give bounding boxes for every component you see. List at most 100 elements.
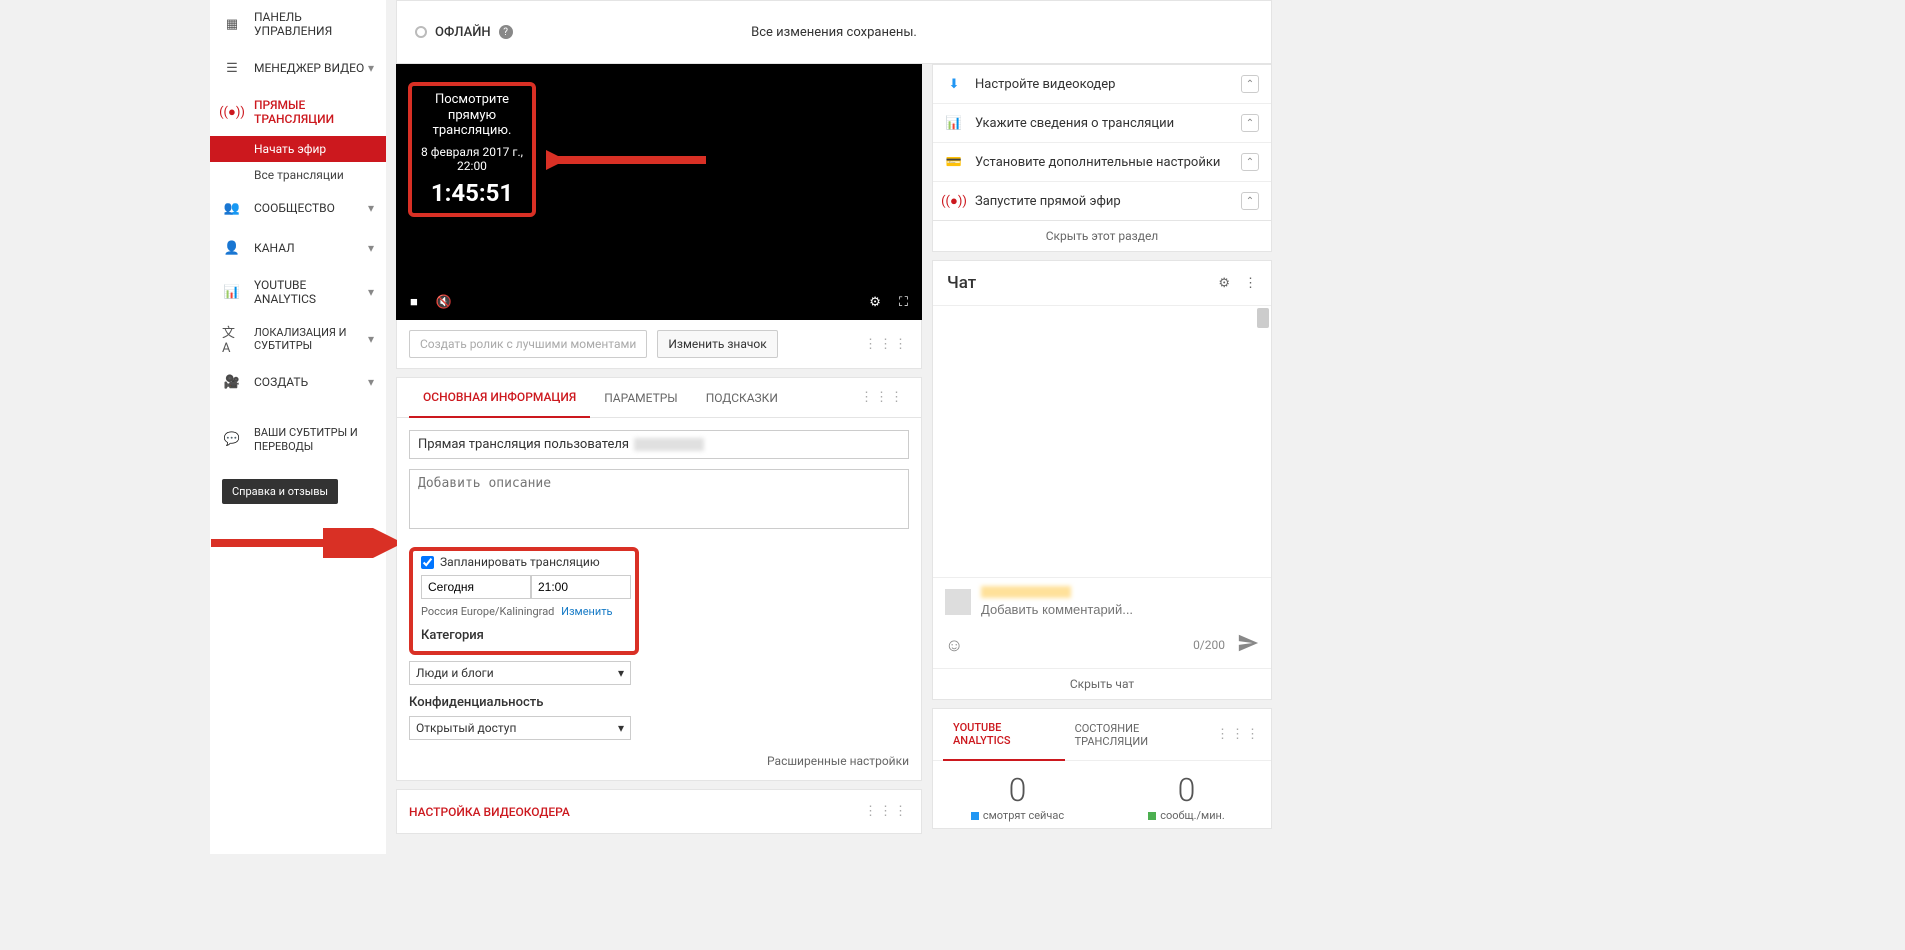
create-highlight-button: Создать ролик с лучшими моментами [409,330,647,358]
sidebar-item-analytics[interactable]: 📊 YOUTUBE ANALYTICS ▾ [210,268,386,316]
status-offline: ОФЛАЙН ? [415,25,513,40]
tab-analytics[interactable]: YOUTUBE ANALYTICS [943,709,1065,761]
checklist-item-info[interactable]: 📊 Укажите сведения о трансляции ⌃ [933,103,1271,142]
dashboard-icon: ▦ [222,14,242,34]
annotation-arrow-icon [546,148,706,172]
checklist-item-settings[interactable]: 💳 Установите дополнительные настройки ⌃ [933,142,1271,181]
schedule-time-input[interactable] [531,575,631,599]
color-swatch-icon [1148,812,1156,820]
tab-parameters[interactable]: ПАРАМЕТРЫ [590,379,692,417]
tab-basic-info[interactable]: ОСНОВНАЯ ИНФОРМАЦИЯ [409,378,590,418]
collapse-icon[interactable]: ⌃ [1241,75,1259,93]
emoji-icon[interactable]: ☺ [945,635,963,656]
drag-handle-icon[interactable]: ⋮⋮⋮ [864,337,909,352]
chevron-down-icon: ▾ [368,61,374,75]
chevron-down-icon: ▾ [368,375,374,389]
hide-section-link[interactable]: Скрыть этот раздел [932,221,1272,252]
scrollbar[interactable] [1257,308,1269,328]
stop-icon[interactable]: ■ [410,294,418,310]
sidebar-item-label: ПРЯМЫЕ ТРАНСЛЯЦИИ [254,98,374,126]
community-icon: 👥 [222,198,242,218]
chevron-down-icon: ▾ [368,285,374,299]
collapse-icon[interactable]: ⌃ [1241,114,1259,132]
schedule-checkbox[interactable] [421,556,434,569]
sidebar-sub-start-live[interactable]: Начать эфир [210,136,386,162]
settings-icon[interactable]: ⚙ [869,295,881,310]
annotation-arrow-icon [211,528,397,558]
user-icon: 👤 [222,238,242,258]
collapse-icon[interactable]: ⌃ [1241,192,1259,210]
sidebar-item-community[interactable]: 👥 СООБЩЕСТВО ▾ [210,188,386,228]
sidebar-item-video-manager[interactable]: ☰ МЕНЕДЖЕР ВИДЕО ▾ [210,48,386,88]
chat-title: Чат [947,273,1204,293]
help-feedback-button[interactable]: Справка и отзывы [222,479,338,504]
video-actions: Создать ролик с лучшими моментами Измени… [396,320,922,369]
privacy-heading: Конфиденциальность [409,695,909,710]
sidebar-item-dashboard[interactable]: ▦ ПАНЕЛЬ УПРАВЛЕНИЯ [210,0,386,48]
chat-panel: Чат ⚙ ⋮ ☺ 0/200 [932,260,1272,700]
fullscreen-icon[interactable]: ⛶ [899,295,908,310]
sidebar-item-label: КАНАЛ [254,241,368,255]
sidebar-item-channel[interactable]: 👤 КАНАЛ ▾ [210,228,386,268]
status-dot-icon [415,26,427,38]
tab-stream-health[interactable]: СОСТОЯНИЕ ТРАНСЛЯЦИИ [1065,710,1216,760]
save-status: Все изменения сохранены. [751,25,917,40]
countdown-date: 8 февраля 2017 г., 22:00 [416,145,528,173]
category-select[interactable]: Люди и блоги▾ [409,661,631,685]
mute-icon[interactable]: 🔇 [436,295,452,310]
right-column: ⬇ Настройте видеокодер ⌃ 📊 Укажите сведе… [932,64,1272,834]
card-icon: 💳 [945,153,963,171]
color-swatch-icon [971,812,979,820]
encoder-panel-header[interactable]: НАСТРОЙКА ВИДЕОКОДЕРА ⋮⋮⋮ [396,789,922,834]
analytics-panel: YOUTUBE ANALYTICS СОСТОЯНИЕ ТРАНСЛЯЦИИ ⋮… [932,708,1272,829]
hide-chat-link[interactable]: Скрыть чат [933,668,1271,699]
chevron-down-icon: ▾ [368,241,374,255]
schedule-date-input[interactable] [421,575,531,599]
sidebar-sub-all-live[interactable]: Все трансляции [210,162,386,188]
download-icon: ⬇ [945,75,963,93]
sidebar-item-your-subtitles[interactable]: 💬 ВАШИ СУБТИТРЫ И ПЕРЕВОДЫ [210,416,386,462]
category-heading: Категория [421,628,627,643]
sidebar-item-live[interactable]: ((●)) ПРЯМЫЕ ТРАНСЛЯЦИИ [210,88,386,136]
checklist-item-encoder[interactable]: ⬇ Настройте видеокодер ⌃ [933,65,1271,103]
drag-handle-icon[interactable]: ⋮⋮⋮ [1216,727,1261,742]
chat-messages[interactable] [933,305,1271,577]
setup-checklist: ⬇ Настройте видеокодер ⌃ 📊 Укажите сведе… [932,64,1272,221]
change-thumbnail-button[interactable]: Изменить значок [657,330,777,358]
privacy-select[interactable]: Открытый доступ▾ [409,716,631,740]
sidebar: ▦ ПАНЕЛЬ УПРАВЛЕНИЯ ☰ МЕНЕДЖЕР ВИДЕО ▾ (… [210,0,386,854]
chevron-down-icon: ▾ [368,201,374,215]
help-icon[interactable]: ? [499,25,513,39]
schedule-box: Запланировать трансляцию Россия Europe/K… [409,547,639,655]
drag-handle-icon[interactable]: ⋮⋮⋮ [864,804,909,819]
info-tabs: ОСНОВНАЯ ИНФОРМАЦИЯ ПАРАМЕТРЫ ПОДСКАЗКИ … [397,378,921,418]
tab-cards[interactable]: ПОДСКАЗКИ [692,379,792,417]
chat-input[interactable] [981,602,1259,617]
countdown-overlay: Посмотрите прямую трансляцию. 8 февраля … [408,82,536,217]
video-controls: ■ 🔇 ⚙ ⛶ [396,294,922,310]
status-text: ОФЛАЙН [435,25,491,40]
sidebar-item-label: СООБЩЕСТВО [254,201,368,215]
drag-handle-icon[interactable]: ⋮⋮⋮ [860,390,909,405]
checklist-item-golive[interactable]: ((●)) Запустите прямой эфир ⌃ [933,181,1271,220]
send-icon[interactable] [1237,632,1259,658]
stat-viewers: 0 смотрят сейчас [933,771,1102,822]
stream-description-input[interactable] [409,469,909,529]
settings-icon[interactable]: ⚙ [1218,276,1230,291]
char-count: 0/200 [1193,638,1225,652]
more-icon[interactable]: ⋮ [1244,276,1257,291]
sidebar-item-label: МЕНЕДЖЕР ВИДЕО [254,61,368,75]
sidebar-item-localization[interactable]: 文A ЛОКАЛИЗАЦИЯ И СУБТИТРЫ ▾ [210,316,386,362]
timezone-change-link[interactable]: Изменить [561,605,612,618]
video-player[interactable]: Посмотрите прямую трансляцию. 8 февраля … [396,64,922,320]
left-column: Посмотрите прямую трансляцию. 8 февраля … [396,64,922,834]
countdown-timer: 1:45:51 [416,179,528,207]
timezone-row: Россия Europe/Kaliningrad Изменить [421,605,627,618]
collapse-icon[interactable]: ⌃ [1241,153,1259,171]
sidebar-item-create[interactable]: 🎥 СОЗДАТЬ ▾ [210,362,386,402]
avatar [945,589,971,615]
stream-title-input[interactable]: Прямая трансляция пользователя [409,430,909,459]
schedule-checkbox-label[interactable]: Запланировать трансляцию [421,555,627,569]
advanced-settings-link[interactable]: Расширенные настройки [409,754,909,768]
live-icon: ((●)) [945,192,963,210]
